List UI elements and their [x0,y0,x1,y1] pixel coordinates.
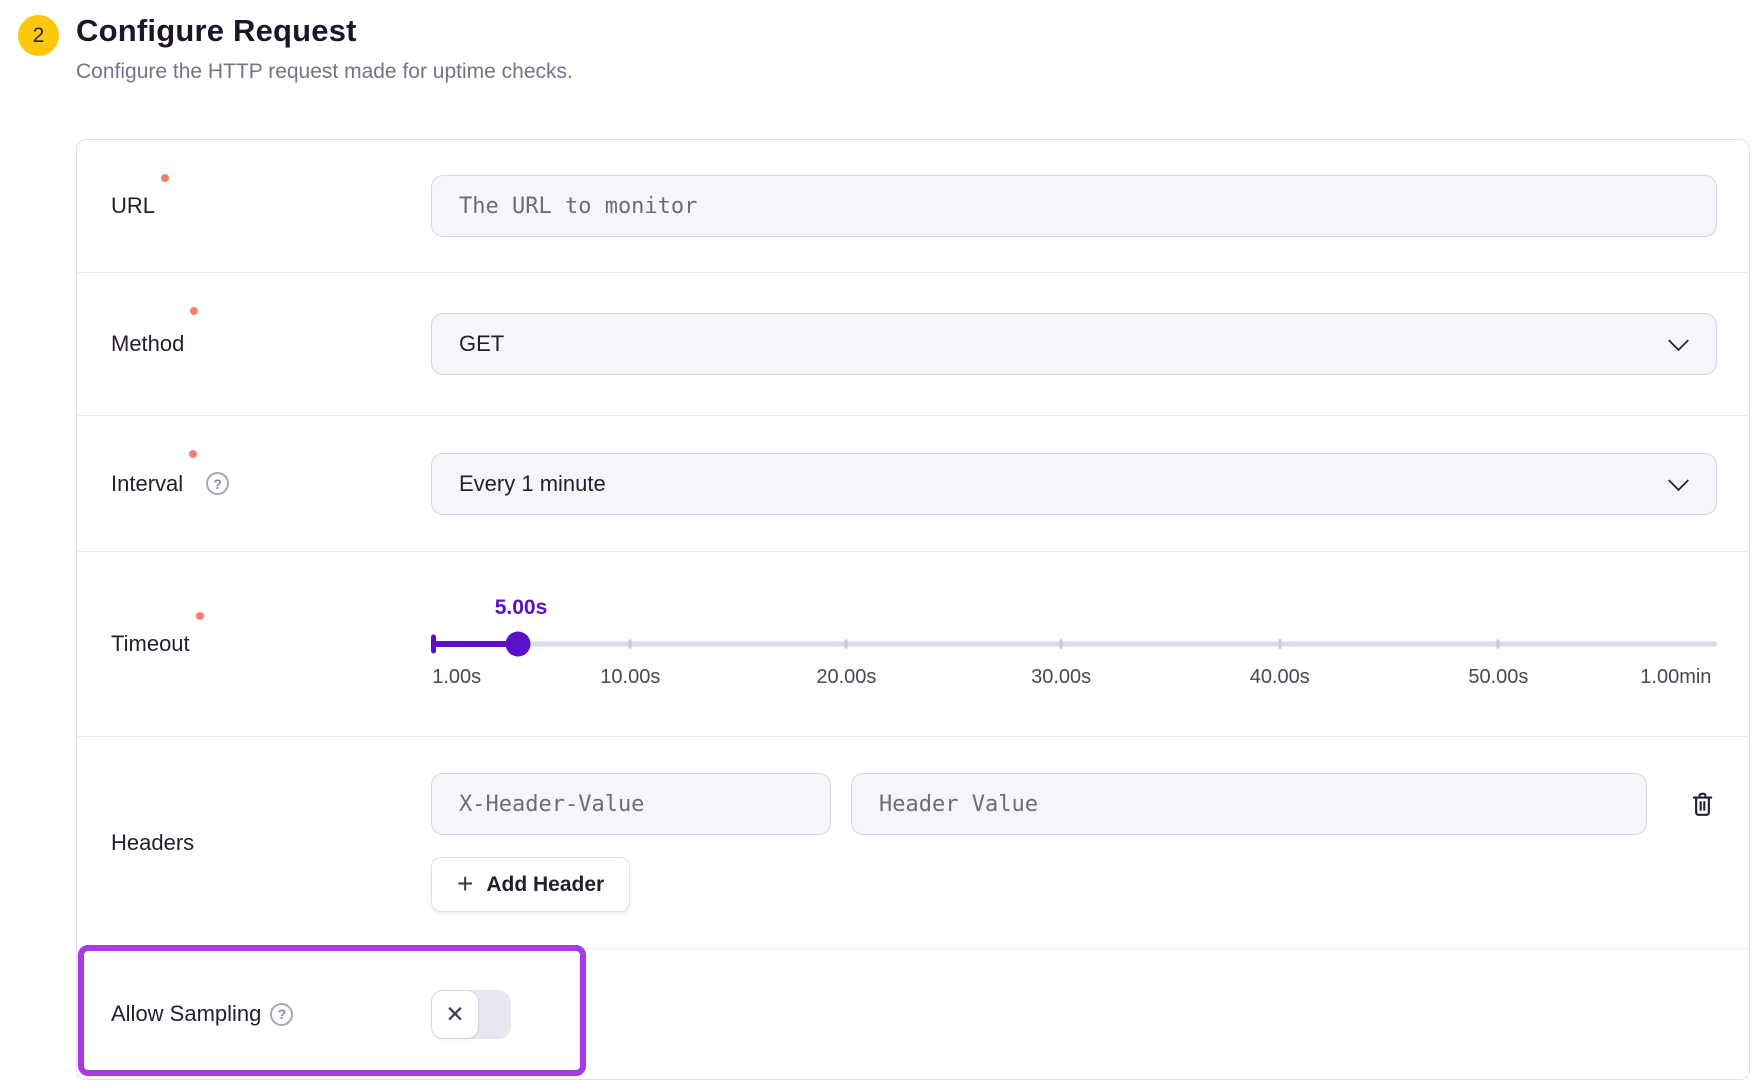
url-label: URL [111,193,155,219]
method-label: Method [111,331,184,357]
chevron-down-icon [1668,330,1689,351]
allow-sampling-row: Allow Sampling ? ✕ [77,948,1749,1079]
toggle-knob[interactable]: ✕ [431,990,479,1039]
toggle-off-x-icon: ✕ [445,1003,464,1026]
slider-tickmark [629,639,632,649]
configure-request-panel: URL Method GET Interval ? Every 1 minu [76,139,1750,1080]
tick-label: 40.00s [1250,666,1310,689]
required-dot [190,307,198,315]
tick-label: 1.00min [1640,666,1711,689]
tick-label: 10.00s [600,666,660,689]
slider-tickmark [1497,639,1500,649]
url-input[interactable] [431,175,1717,237]
plus-icon: + [457,870,473,898]
header-value-input[interactable] [851,773,1647,835]
allow-sampling-label: Allow Sampling [111,1001,261,1027]
slider-tickmark [1060,639,1063,649]
chevron-down-icon [1668,470,1689,491]
add-header-button[interactable]: + Add Header [431,857,630,912]
slider-tickmark [845,639,848,649]
interval-help-icon[interactable]: ? [206,472,229,495]
step-number-badge: 2 [18,15,59,56]
slider-tickmark [1278,639,1281,649]
section-title: Configure Request [76,13,573,49]
method-selected-value: GET [459,331,504,357]
tick-label: 20.00s [816,666,876,689]
headers-row: Headers + Add Header [77,736,1749,948]
interval-row: Interval ? Every 1 minute [77,415,1749,551]
required-dot [189,450,197,458]
url-row: URL [77,140,1749,272]
slider-track[interactable] [431,642,1717,647]
step-header: 2 Configure Request Configure the HTTP r… [18,13,573,84]
allow-sampling-toggle[interactable]: ✕ [431,990,511,1039]
tick-label: 50.00s [1468,666,1528,689]
tick-label: 1.00s [432,666,481,689]
section-subtitle: Configure the HTTP request made for upti… [76,60,573,84]
interval-selected-value: Every 1 minute [459,471,606,497]
header-name-input[interactable] [431,773,831,835]
method-select[interactable]: GET [431,313,1717,375]
tick-label: 30.00s [1031,666,1091,689]
interval-label: Interval [111,471,183,497]
timeout-row: Timeout 5.00s [77,551,1749,736]
required-dot [161,174,169,182]
trash-icon [1689,790,1716,819]
interval-select[interactable]: Every 1 minute [431,453,1717,515]
timeout-slider[interactable]: 5.00s 1.00s 10.00s 20.00s [431,596,1717,692]
method-row: Method GET [77,272,1749,415]
headers-label: Headers [111,830,194,856]
allow-sampling-help-icon[interactable]: ? [270,1003,293,1026]
delete-header-button[interactable] [1687,788,1717,820]
slider-handle[interactable] [505,632,530,657]
slider-track-start-cap [431,635,436,654]
timeout-current-value: 5.00s [495,596,548,620]
add-header-label: Add Header [486,873,604,897]
timeout-label: Timeout [111,631,190,657]
required-dot [196,612,204,620]
